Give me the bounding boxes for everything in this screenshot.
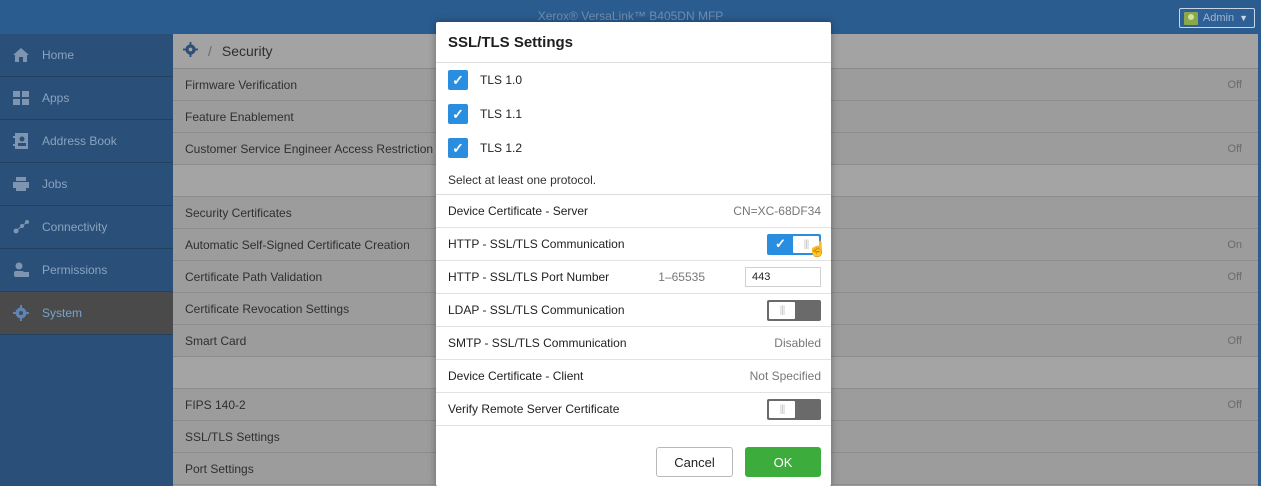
chevron-down-icon: ▼ xyxy=(1239,13,1248,23)
toggle-knob: ||| xyxy=(769,400,795,418)
tls-1-2-option[interactable]: ✓ TLS 1.2 xyxy=(436,131,831,165)
device-certificate-server-row[interactable]: Device Certificate - Server CN=XC-68DF34 xyxy=(436,195,831,228)
admin-label: Admin xyxy=(1202,12,1235,24)
admin-menu-button[interactable]: Admin ▼ xyxy=(1178,8,1255,28)
sidebar: Home Apps Address Book Jobs Connectivity… xyxy=(0,34,173,486)
checkmark-icon: ✓ xyxy=(775,235,786,251)
list-item-value: Off xyxy=(1227,142,1242,155)
verify-remote-toggle[interactable]: ||| xyxy=(767,398,821,420)
http-ssl-communication-row: HTTP - SSL/TLS Communication ✓ ||| ☝ xyxy=(436,228,831,261)
jobs-icon xyxy=(12,175,30,193)
address-book-icon xyxy=(12,132,30,150)
list-item-value: Off xyxy=(1227,334,1242,347)
list-item-label: Feature Enablement xyxy=(185,109,294,124)
list-item-value: On xyxy=(1227,238,1242,251)
list-item-label: Firmware Verification xyxy=(185,77,298,92)
hand-pointer-icon: ☝ xyxy=(808,241,827,258)
permissions-icon xyxy=(12,261,30,279)
row-label: Device Certificate - Client xyxy=(448,369,584,383)
sidebar-item-label: Connectivity xyxy=(42,220,108,234)
port-range-hint: 1–65535 xyxy=(658,270,705,284)
row-label: SMTP - SSL/TLS Communication xyxy=(448,336,627,350)
sidebar-item-system[interactable]: System xyxy=(0,292,173,335)
tls-1-0-option[interactable]: ✓ TLS 1.0 xyxy=(436,63,831,97)
ssl-tls-settings-dialog: SSL/TLS Settings ✓ TLS 1.0 ✓ TLS 1.1 ✓ T… xyxy=(436,22,831,486)
apps-icon xyxy=(12,89,30,107)
ldap-ssl-communication-row: LDAP - SSL/TLS Communication ||| xyxy=(436,294,831,327)
list-item-label: Smart Card xyxy=(185,333,247,348)
smtp-ssl-communication-row[interactable]: SMTP - SSL/TLS Communication Disabled xyxy=(436,327,831,360)
checkbox-label: TLS 1.0 xyxy=(480,73,523,87)
sidebar-item-permissions[interactable]: Permissions xyxy=(0,249,173,292)
checkbox-label: TLS 1.1 xyxy=(480,107,523,121)
sidebar-item-label: System xyxy=(42,306,83,320)
row-label: Verify Remote Server Certificate xyxy=(448,402,620,416)
row-value: Not Specified xyxy=(749,369,821,383)
row-label: LDAP - SSL/TLS Communication xyxy=(448,303,625,317)
checkbox-label: TLS 1.2 xyxy=(480,141,523,155)
sidebar-item-jobs[interactable]: Jobs xyxy=(0,163,173,206)
checkbox-checked-icon[interactable]: ✓ xyxy=(448,138,468,158)
gear-icon[interactable] xyxy=(183,41,198,61)
row-label: HTTP - SSL/TLS Port Number xyxy=(448,270,610,284)
list-item-value: Off xyxy=(1227,270,1242,283)
dialog-actions: Cancel OK xyxy=(436,438,831,486)
breadcrumb-separator: / xyxy=(208,43,212,59)
checkbox-checked-icon[interactable]: ✓ xyxy=(448,104,468,124)
list-item-label: Certificate Revocation Settings xyxy=(185,301,350,316)
row-label: Device Certificate - Server xyxy=(448,204,589,218)
sidebar-item-label: Apps xyxy=(42,91,70,105)
row-value: CN=XC-68DF34 xyxy=(733,204,821,218)
dialog-title: SSL/TLS Settings xyxy=(436,22,831,63)
verify-remote-server-row: Verify Remote Server Certificate ||| xyxy=(436,393,831,426)
http-port-input[interactable] xyxy=(745,267,821,287)
device-title: Xerox® VersaLink™ B405DN MFP xyxy=(537,9,724,23)
cancel-button[interactable]: Cancel xyxy=(656,447,733,477)
list-item-label: Security Certificates xyxy=(185,205,292,220)
http-port-row: HTTP - SSL/TLS Port Number 1–65535 xyxy=(436,261,831,294)
row-value: Disabled xyxy=(774,336,821,350)
list-item-label: SSL/TLS Settings xyxy=(185,429,280,444)
sidebar-item-home[interactable]: Home xyxy=(0,34,173,77)
list-item-label: Port Settings xyxy=(185,461,254,476)
list-item-value: Off xyxy=(1227,78,1242,91)
sidebar-item-label: Permissions xyxy=(42,263,108,277)
gear-icon xyxy=(12,304,30,322)
list-item-label: Certificate Path Validation xyxy=(185,269,323,284)
sidebar-item-connectivity[interactable]: Connectivity xyxy=(0,206,173,249)
list-item-label: Customer Service Engineer Access Restric… xyxy=(185,141,434,156)
tls-1-1-option[interactable]: ✓ TLS 1.1 xyxy=(436,97,831,131)
ldap-ssl-toggle[interactable]: ||| xyxy=(767,299,821,321)
sidebar-item-label: Address Book xyxy=(42,134,117,148)
admin-avatar-icon xyxy=(1183,11,1198,25)
toggle-knob: ||| xyxy=(769,301,795,319)
page-title: Security xyxy=(221,43,273,59)
device-certificate-client-row[interactable]: Device Certificate - Client Not Specifie… xyxy=(436,360,831,393)
ok-button[interactable]: OK xyxy=(745,447,821,477)
checkbox-checked-icon[interactable]: ✓ xyxy=(448,70,468,90)
row-label: HTTP - SSL/TLS Communication xyxy=(448,237,625,251)
sidebar-item-label: Jobs xyxy=(42,177,68,191)
list-item-value: Off xyxy=(1227,398,1242,411)
list-item-label: Automatic Self-Signed Certificate Creati… xyxy=(185,237,410,252)
connectivity-icon xyxy=(12,218,30,236)
protocol-hint: Select at least one protocol. xyxy=(436,165,831,195)
sidebar-item-label: Home xyxy=(42,48,75,62)
sidebar-item-apps[interactable]: Apps xyxy=(0,77,173,120)
list-item-label: FIPS 140-2 xyxy=(185,397,246,412)
sidebar-item-address-book[interactable]: Address Book xyxy=(0,120,173,163)
home-icon xyxy=(12,46,30,64)
